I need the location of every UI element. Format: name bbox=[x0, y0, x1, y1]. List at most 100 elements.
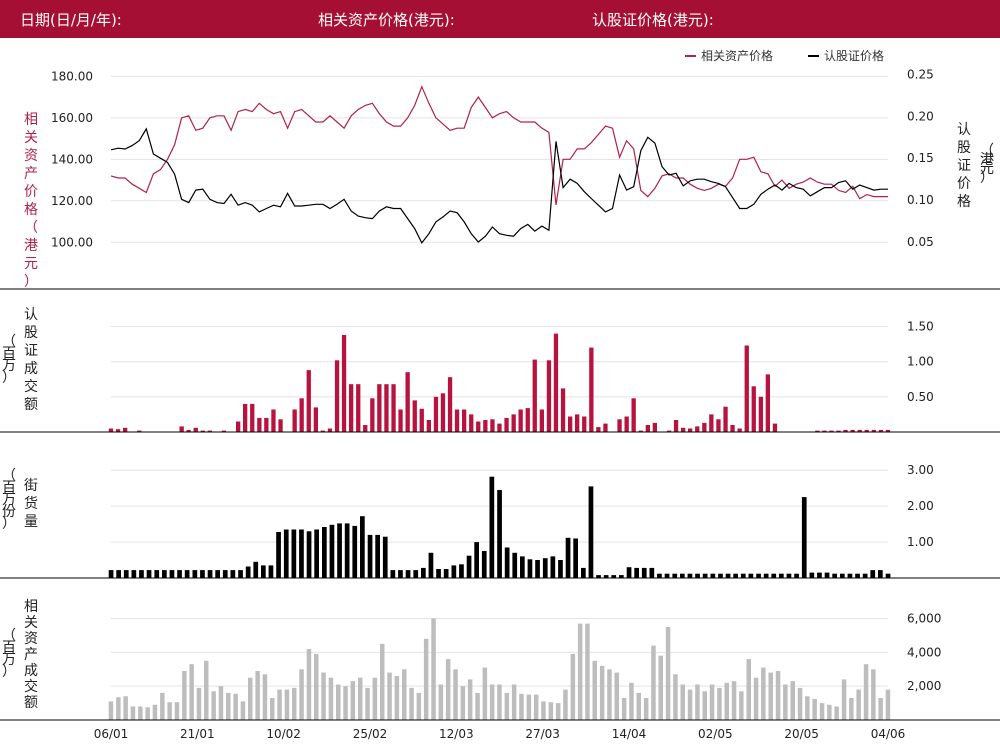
warrant-turnover-bar bbox=[553, 333, 559, 432]
underlying-turnover-bar bbox=[255, 671, 260, 720]
warrant-turnover-bar bbox=[723, 406, 728, 432]
outstanding-bar bbox=[459, 564, 464, 578]
outstanding-bar bbox=[855, 573, 860, 578]
outstanding-bar bbox=[824, 572, 830, 578]
underlying-turnover-bar bbox=[130, 706, 136, 720]
underlying-turnover-bar bbox=[643, 698, 649, 720]
warrant-turnover-bar bbox=[772, 423, 778, 432]
outstanding-bar bbox=[733, 573, 738, 578]
underlying-turnover-bar bbox=[526, 694, 532, 720]
outstanding-bar bbox=[832, 573, 837, 578]
warrant-turnover-bar bbox=[688, 428, 693, 432]
underlying-turnover-bar bbox=[541, 701, 546, 720]
warrant-turnover-bar bbox=[504, 417, 509, 432]
outstanding-bar bbox=[809, 572, 815, 578]
outstanding-bar bbox=[382, 536, 388, 578]
outstanding-bar bbox=[390, 570, 396, 578]
warrant-turnover-bar bbox=[497, 423, 502, 432]
warrant-turnover-bar bbox=[730, 425, 735, 432]
underlying-turnover-bar bbox=[739, 691, 744, 721]
outstanding-bar bbox=[680, 573, 685, 578]
underlying-turnover-bar bbox=[585, 623, 590, 720]
outstanding-bar bbox=[268, 565, 274, 578]
bar-axis-title-char: 货 bbox=[24, 495, 38, 512]
warrant-turnover-bar bbox=[737, 428, 742, 432]
outstanding-bar bbox=[748, 573, 754, 578]
outstanding-bar bbox=[443, 569, 449, 578]
outstanding-bar bbox=[840, 573, 845, 578]
warrant-turnover-bar bbox=[405, 372, 410, 432]
warrant-turnover-bar bbox=[560, 388, 566, 432]
underlying-turnover-bar bbox=[387, 672, 392, 720]
underlying-turnover-bar bbox=[834, 706, 839, 720]
outstanding-bar bbox=[497, 490, 502, 578]
underlying-turnover-bar bbox=[416, 692, 422, 720]
underlying-turnover-bar bbox=[687, 689, 693, 720]
underlying-turnover-bar bbox=[563, 689, 568, 720]
underlying-turnover-bar bbox=[409, 687, 414, 720]
underlying-turnover-bar bbox=[475, 692, 480, 720]
left-tick-label: 160.00 bbox=[51, 111, 93, 125]
outstanding-bar bbox=[245, 566, 251, 578]
outstanding-bar bbox=[276, 532, 281, 578]
warrant-turnover-bar bbox=[123, 427, 128, 432]
underlying-turnover-bar bbox=[783, 684, 788, 720]
warrant-turnover-bar bbox=[469, 414, 474, 432]
underlying-turnover-bar bbox=[724, 682, 729, 720]
underlying-turnover-bar bbox=[372, 677, 378, 720]
underlying-turnover-bar bbox=[489, 684, 495, 720]
bar-axis-title-char: 证 bbox=[24, 343, 38, 359]
underlying-turnover-bar bbox=[621, 698, 627, 720]
warrant-turnover-bar bbox=[546, 360, 552, 432]
outstanding-bar bbox=[870, 570, 876, 578]
underlying-turnover-bar bbox=[592, 660, 597, 720]
left-axis-title-char: 产 bbox=[24, 166, 38, 182]
underlying-turnover-bar bbox=[343, 686, 348, 720]
warrant-turnover-bar bbox=[624, 416, 629, 432]
underlying-turnover-bar bbox=[248, 677, 253, 720]
outstanding-bar bbox=[207, 570, 213, 578]
outstanding-bar bbox=[474, 542, 479, 578]
warrant-turnover-bar bbox=[751, 386, 756, 432]
legend-underlying: 相关资产价格 bbox=[701, 48, 773, 63]
outstanding-bar bbox=[710, 573, 716, 578]
right-tick-label: 0.10 bbox=[907, 193, 934, 207]
underlying-turnover-bar bbox=[204, 660, 209, 720]
underlying-turnover-bar bbox=[380, 643, 385, 720]
outstanding-bar bbox=[702, 573, 708, 578]
outstanding-bar bbox=[779, 573, 784, 578]
outstanding-bar bbox=[146, 570, 152, 578]
outstanding-bar bbox=[794, 573, 799, 578]
underlying-turnover-bar bbox=[548, 702, 554, 720]
underlying-turnover-bar bbox=[482, 667, 488, 720]
underlying-turnover-bar bbox=[211, 691, 216, 721]
right-tick-label: 1.00 bbox=[907, 535, 934, 549]
warrant-turnover-bar bbox=[652, 422, 657, 432]
warrant-turnover-bar bbox=[765, 374, 770, 432]
outstanding-bar bbox=[162, 570, 167, 578]
warrant-turnover-bar bbox=[250, 403, 255, 432]
underlying-turnover-bar bbox=[577, 623, 583, 720]
underlying-turnover-bar bbox=[218, 686, 224, 720]
underlying-turnover-bar bbox=[658, 655, 663, 720]
warrant-turnover-bar bbox=[716, 419, 721, 432]
underlying-turnover-bar bbox=[445, 659, 451, 720]
warrant-turnover-bar bbox=[327, 428, 333, 432]
warrant-turnover-bar bbox=[744, 345, 749, 432]
underlying-turnover-bar bbox=[284, 689, 290, 720]
x-tick-label: 02/05 bbox=[698, 727, 733, 741]
right-tick-label: 4,000 bbox=[907, 645, 941, 659]
warrant-turnover-bar bbox=[695, 426, 700, 432]
underlying-turnover-bar bbox=[827, 704, 832, 720]
bar-axis-title-unit: （百万） bbox=[2, 334, 16, 386]
underlying-turnover-bar bbox=[402, 669, 407, 720]
left-axis-title-char: 资 bbox=[24, 148, 38, 164]
underlying-turnover-bar bbox=[849, 698, 854, 720]
underlying-turnover-bar bbox=[812, 698, 817, 720]
outstanding-bar bbox=[672, 573, 678, 578]
warrant-turnover-bar bbox=[681, 427, 686, 432]
underlying-turnover-bar bbox=[797, 687, 803, 720]
outstanding-bar bbox=[177, 570, 182, 578]
warrant-turnover-bar bbox=[454, 409, 460, 432]
warrant-turnover-bar bbox=[582, 416, 587, 432]
